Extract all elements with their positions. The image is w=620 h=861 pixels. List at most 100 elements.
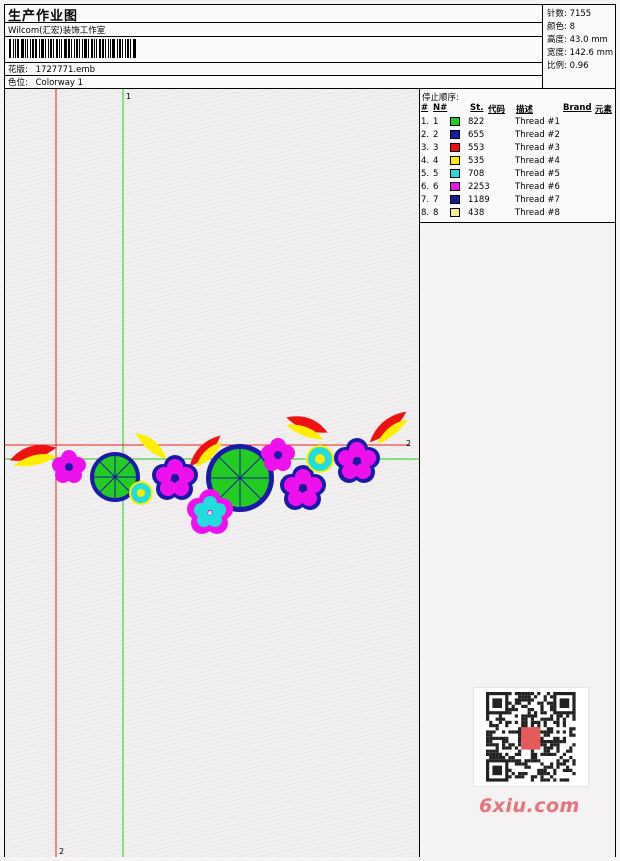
qr-module	[540, 717, 544, 721]
row-desc: Thread #4	[515, 156, 560, 166]
stat-colors: 颜色: 8	[547, 20, 575, 32]
qr-module	[521, 717, 525, 721]
qr-module	[546, 701, 550, 705]
qr-module	[527, 708, 531, 712]
col-header-num: #	[421, 103, 429, 113]
qr-module	[569, 730, 573, 734]
qr-module	[518, 749, 522, 753]
divider	[5, 22, 542, 23]
qr-module	[566, 765, 570, 769]
qr-module	[508, 730, 512, 734]
qr-module	[543, 772, 547, 776]
qr-module	[534, 756, 538, 760]
qr-module	[534, 714, 538, 718]
barcode-bar	[21, 39, 24, 58]
qr-module	[486, 743, 490, 747]
qr-module	[572, 762, 576, 766]
qr-module	[534, 695, 538, 699]
qr-module	[543, 752, 547, 756]
barcode-bar	[48, 39, 49, 58]
qr-module	[530, 698, 534, 702]
qr-module	[492, 756, 496, 760]
qr-module	[505, 736, 509, 740]
qr-module	[489, 740, 493, 744]
qr-module	[514, 775, 518, 779]
row-n: 6	[433, 182, 439, 192]
qr-module	[518, 730, 522, 734]
qr-module	[540, 736, 544, 740]
qr-module	[527, 701, 531, 705]
qr-module	[514, 746, 518, 750]
qr-module	[572, 727, 576, 731]
qr-module	[527, 695, 531, 699]
row-num: 1.	[421, 117, 430, 127]
row-desc: Thread #8	[515, 208, 560, 218]
qr-module	[553, 778, 557, 782]
qr-module	[543, 778, 547, 782]
thread-row: 8. 8 438 Thread #8	[420, 207, 615, 220]
color-swatch	[450, 143, 460, 152]
qr-module	[486, 717, 490, 721]
qr-module	[530, 756, 534, 760]
color-swatch	[450, 117, 460, 126]
divider	[5, 36, 542, 37]
qr-module	[518, 698, 522, 702]
qr-module	[569, 768, 573, 772]
qr-module	[562, 740, 566, 744]
color-swatch	[450, 169, 460, 178]
row-stitches: 822	[468, 117, 485, 127]
qr-module	[530, 775, 534, 779]
row-n: 1	[433, 117, 439, 127]
qr-module	[518, 701, 522, 705]
qr-module	[530, 714, 534, 718]
qr-module	[518, 759, 522, 763]
qr-module	[498, 752, 502, 756]
qr-module	[562, 752, 566, 756]
row-n: 4	[433, 156, 439, 166]
qr-module	[543, 733, 547, 737]
qr-module	[546, 772, 550, 776]
qr-module	[524, 714, 528, 718]
qr-module	[521, 762, 525, 766]
qr-module	[559, 740, 563, 744]
qr-module	[492, 743, 496, 747]
qr-module	[534, 752, 538, 756]
qr-module	[562, 768, 566, 772]
qr-module	[556, 762, 560, 766]
qr-module	[492, 752, 496, 756]
qr-module	[489, 736, 493, 740]
row-desc: Thread #3	[515, 143, 560, 153]
flower-cyan-2	[306, 445, 334, 473]
row-n: 5	[433, 169, 439, 179]
qr-module	[524, 717, 528, 721]
barcode-bar	[56, 39, 58, 58]
stat-value: 8	[569, 22, 575, 32]
header: 生产作业图 Wilcom(汇宏)装饰工作室 花版: 1727771.emb 色位…	[5, 5, 615, 89]
qr-module	[540, 743, 544, 747]
qr-module	[534, 759, 538, 763]
qr-module	[527, 711, 531, 715]
color-swatch	[450, 130, 460, 139]
thread-row: 5. 5 708 Thread #5	[420, 168, 615, 181]
stat-value: 7155	[569, 9, 592, 19]
thread-row: 2. 2 655 Thread #2	[420, 129, 615, 142]
qr-module	[572, 772, 576, 776]
qr-module	[486, 730, 490, 734]
qr-module	[495, 717, 499, 721]
qr-module	[518, 743, 522, 747]
qr-module	[559, 778, 563, 782]
production-worksheet: 生产作业图 Wilcom(汇宏)装饰工作室 花版: 1727771.emb 色位…	[4, 4, 616, 857]
barcode-bar	[84, 39, 87, 58]
qr-module	[543, 720, 547, 724]
row-num: 7.	[421, 195, 430, 205]
qr-module	[543, 740, 547, 744]
qr-module	[566, 759, 570, 763]
barcode-bar	[76, 39, 78, 58]
barcode-bar	[108, 39, 109, 58]
qr-module	[530, 708, 534, 712]
qr-module	[556, 730, 560, 734]
colorway-value: Colorway 1	[35, 78, 84, 88]
qr-module	[514, 720, 518, 724]
qr-module	[540, 711, 544, 715]
qr-module	[537, 692, 541, 696]
